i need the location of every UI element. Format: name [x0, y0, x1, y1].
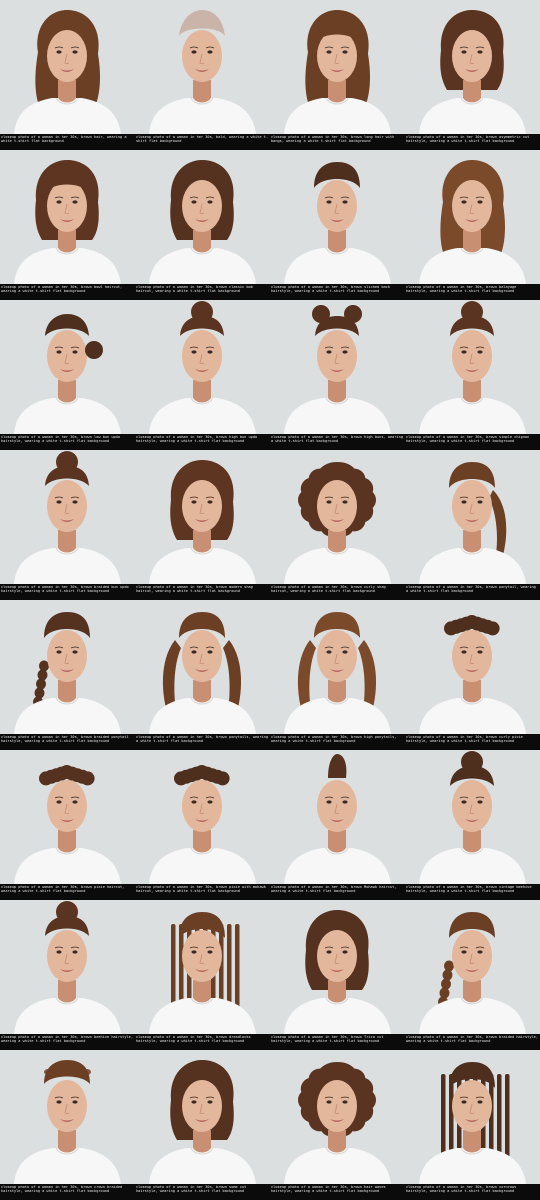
portrait-caption: closeup photo of a woman in her 30s, bro… [0, 1184, 135, 1200]
portrait-caption: closeup photo of a woman in her 30s, bro… [405, 434, 540, 450]
portrait-caption: closeup photo of a woman in her 30s, bro… [405, 734, 540, 750]
portrait-caption: closeup photo of a woman in her 30s, bro… [135, 1034, 270, 1050]
portrait-cell: closeup photo of a woman in her 30s, bro… [405, 300, 540, 450]
portrait-cell: closeup photo of a woman in her 30s, bro… [270, 600, 405, 750]
portrait-cell: closeup photo of a woman in her 30s, bro… [0, 750, 135, 900]
portrait-photo [0, 750, 135, 884]
portrait-photo [405, 300, 540, 434]
portrait-photo [0, 1050, 135, 1184]
portrait-photo [0, 0, 135, 134]
portrait-caption: closeup photo of a woman in her 30s, bro… [405, 1184, 540, 1200]
portrait-photo [135, 300, 270, 434]
portrait-cell: closeup photo of a woman in her 30s, bro… [135, 1050, 270, 1200]
portrait-cell: closeup photo of a woman in her 30s, bro… [270, 150, 405, 300]
portrait-photo [135, 150, 270, 284]
portrait-cell: closeup photo of a woman in her 30s, bro… [0, 900, 135, 1050]
portrait-cell: closeup photo of a woman in her 30s, bro… [270, 300, 405, 450]
portrait-photo [405, 600, 540, 734]
portrait-photo [270, 900, 405, 1034]
portrait-photo [0, 450, 135, 584]
portrait-photo [135, 0, 270, 134]
portrait-caption: closeup photo of a woman in her 30s, bro… [0, 884, 135, 900]
portrait-cell: closeup photo of a woman in her 30s, bro… [135, 300, 270, 450]
portrait-photo [270, 1050, 405, 1184]
portrait-cell: closeup photo of a woman in her 30s, bro… [405, 600, 540, 750]
portrait-photo [0, 300, 135, 434]
portrait-caption: closeup photo of a woman in her 30s, bro… [405, 1034, 540, 1050]
portrait-caption: closeup photo of a woman in her 30s, bro… [135, 284, 270, 300]
portrait-photo [270, 750, 405, 884]
portrait-cell: closeup photo of a woman in her 30s, bro… [135, 450, 270, 600]
portrait-photo [405, 450, 540, 584]
portrait-caption: closeup photo of a woman in her 30s, bro… [0, 434, 135, 450]
portrait-photo [135, 900, 270, 1034]
portrait-caption: closeup photo of a woman in her 30s, bro… [135, 584, 270, 600]
portrait-caption: closeup photo of a woman in her 30s, bro… [270, 884, 405, 900]
portrait-cell: closeup photo of a woman in her 30s, bro… [270, 0, 405, 150]
portrait-cell: closeup photo of a woman in her 30s, bro… [270, 750, 405, 900]
portrait-caption: closeup photo of a woman in her 30s, bro… [0, 734, 135, 750]
portrait-caption: closeup photo of a woman in her 30s, bro… [270, 284, 405, 300]
portrait-caption: closeup photo of a woman in her 30s, bro… [135, 734, 270, 750]
portrait-cell: closeup photo of a woman in her 30s, bal… [135, 0, 270, 150]
portrait-caption: closeup photo of a woman in her 30s, bro… [270, 1184, 405, 1200]
portrait-cell: closeup photo of a woman in her 30s, bro… [135, 600, 270, 750]
portrait-cell: closeup photo of a woman in her 30s, bro… [135, 750, 270, 900]
portrait-cell: closeup photo of a woman in her 30s, bro… [405, 0, 540, 150]
portrait-caption: closeup photo of a woman in her 30s, bro… [0, 284, 135, 300]
portrait-caption: closeup photo of a woman in her 30s, bro… [135, 884, 270, 900]
portrait-photo [135, 1050, 270, 1184]
portrait-grid: closeup photo of a woman in her 30s, bro… [0, 0, 540, 1200]
portrait-caption: closeup photo of a woman in her 30s, bal… [135, 134, 270, 150]
portrait-cell: closeup photo of a woman in her 30s, bro… [405, 1050, 540, 1200]
portrait-photo [270, 0, 405, 134]
portrait-caption: closeup photo of a woman in her 30s, bro… [270, 734, 405, 750]
portrait-cell: closeup photo of a woman in her 30s, bro… [270, 1050, 405, 1200]
portrait-cell: closeup photo of a woman in her 30s, bro… [0, 1050, 135, 1200]
portrait-cell: closeup photo of a woman in her 30s, bro… [405, 150, 540, 300]
portrait-photo [0, 900, 135, 1034]
portrait-caption: closeup photo of a woman in her 30s, bro… [270, 584, 405, 600]
portrait-cell: closeup photo of a woman in her 30s, bro… [405, 900, 540, 1050]
portrait-cell: closeup photo of a woman in her 30s, bro… [135, 150, 270, 300]
portrait-caption: closeup photo of a woman in her 30s, bro… [270, 134, 405, 150]
portrait-photo [135, 750, 270, 884]
portrait-caption: closeup photo of a woman in her 30s, bro… [135, 434, 270, 450]
portrait-photo [135, 600, 270, 734]
portrait-caption: closeup photo of a woman in her 30s, bro… [0, 1034, 135, 1050]
portrait-caption: closeup photo of a woman in her 30s, bro… [405, 284, 540, 300]
portrait-caption: closeup photo of a woman in her 30s, bro… [270, 1034, 405, 1050]
portrait-cell: closeup photo of a woman in her 30s, bro… [135, 900, 270, 1050]
portrait-photo [405, 1050, 540, 1184]
portrait-photo [405, 750, 540, 884]
portrait-photo [270, 300, 405, 434]
portrait-photo [270, 450, 405, 584]
portrait-photo [405, 0, 540, 134]
portrait-photo [0, 150, 135, 284]
portrait-caption: closeup photo of a woman in her 30s, bro… [270, 434, 405, 450]
portrait-photo [270, 150, 405, 284]
portrait-photo [0, 600, 135, 734]
portrait-cell: closeup photo of a woman in her 30s, bro… [0, 150, 135, 300]
portrait-photo [405, 900, 540, 1034]
portrait-caption: closeup photo of a woman in her 30s, bro… [405, 884, 540, 900]
portrait-cell: closeup photo of a woman in her 30s, bro… [405, 750, 540, 900]
portrait-caption: closeup photo of a woman in her 30s, bro… [405, 134, 540, 150]
portrait-cell: closeup photo of a woman in her 30s, bro… [270, 450, 405, 600]
portrait-cell: closeup photo of a woman in her 30s, bro… [0, 300, 135, 450]
portrait-photo [405, 150, 540, 284]
portrait-cell: closeup photo of a woman in her 30s, bro… [0, 450, 135, 600]
portrait-photo [135, 450, 270, 584]
portrait-cell: closeup photo of a woman in her 30s, bro… [0, 600, 135, 750]
portrait-cell: closeup photo of a woman in her 30s, bro… [0, 0, 135, 150]
portrait-cell: closeup photo of a woman in her 30s, bro… [270, 900, 405, 1050]
portrait-caption: closeup photo of a woman in her 30s, bro… [0, 134, 135, 150]
portrait-caption: closeup photo of a woman in her 30s, bro… [405, 584, 540, 600]
portrait-photo [270, 600, 405, 734]
portrait-caption: closeup photo of a woman in her 30s, bro… [0, 584, 135, 600]
portrait-cell: closeup photo of a woman in her 30s, bro… [405, 450, 540, 600]
portrait-caption: closeup photo of a woman in her 30s, bro… [135, 1184, 270, 1200]
